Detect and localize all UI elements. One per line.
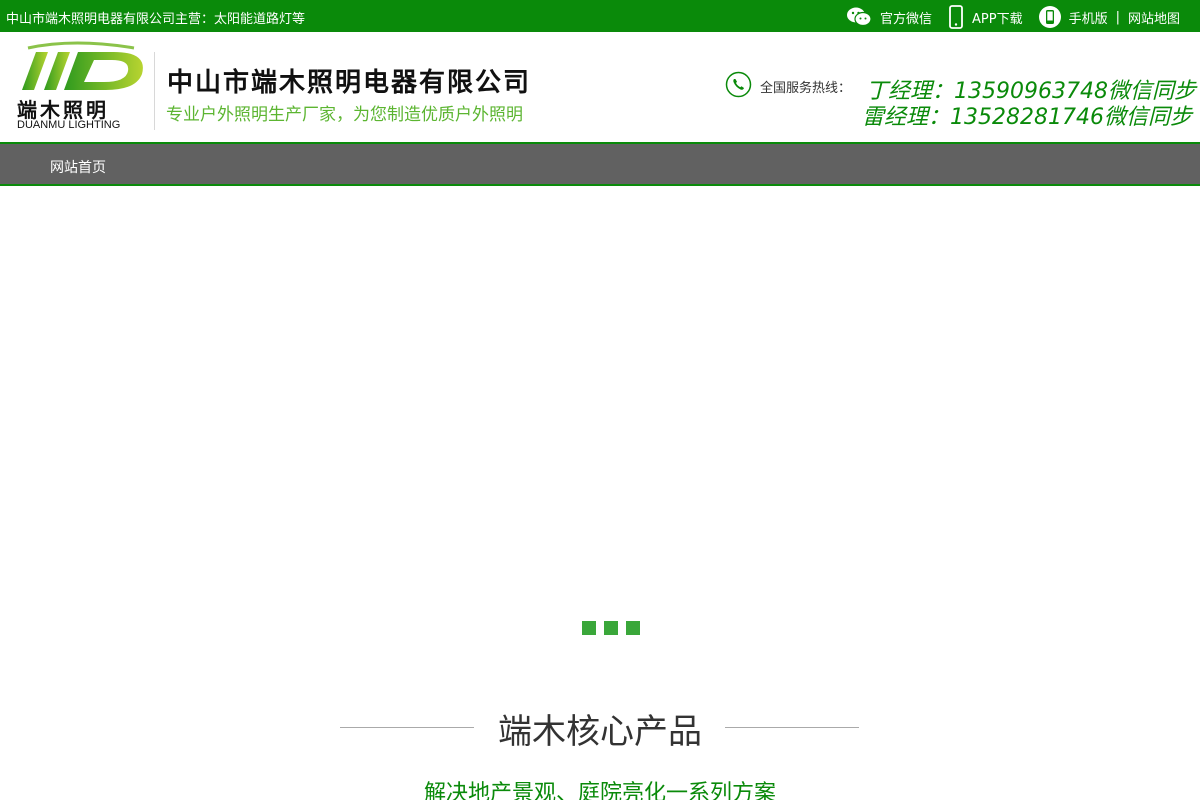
top-links: 官方微信 APP下载 手机版 | 网站地图: [830, 5, 1180, 29]
mobile-site-label: 手机版: [1068, 11, 1108, 27]
hotline-label: 全国服务热线：: [760, 81, 852, 96]
company-logo[interactable]: 端木照明 DUANMU LIGHTING: [14, 40, 154, 134]
header-divider: [154, 52, 155, 130]
nav-item-home[interactable]: 网站首页: [50, 157, 106, 177]
carousel-dots: [582, 621, 648, 635]
site-header: 端木照明 DUANMU LIGHTING 中山市端木照明电器有限公司 专业户外照…: [0, 32, 1200, 142]
company-tagline: 专业户外照明生产厂家，为您制造优质户外照明: [166, 105, 523, 125]
top-separator: |: [1115, 9, 1120, 25]
sitemap-link[interactable]: 网站地图: [1128, 8, 1180, 27]
mobile-site-link[interactable]: 手机版: [1038, 6, 1108, 28]
wechat-label: 官方微信: [879, 11, 932, 27]
logo-mark-icon: [22, 41, 143, 90]
section-title: 端木核心产品: [498, 712, 702, 752]
app-download-label: APP下载: [972, 11, 1023, 27]
main-nav: 网站首页: [0, 142, 1200, 186]
mobile-icon: [1038, 6, 1061, 28]
hotline-phone-icon: [725, 71, 752, 98]
wechat-icon: [846, 7, 872, 27]
top-slogan: 中山市端木照明电器有限公司主营：太阳能道路灯等: [6, 12, 306, 27]
carousel-dot-2[interactable]: [604, 621, 618, 635]
section-subtitle: 解决地产景观、庭院亮化一系列方案: [423, 781, 776, 800]
top-bar: 中山市端木照明电器有限公司主营：太阳能道路灯等 官方微信 APP下载 手机版 |…: [0, 0, 1200, 32]
wechat-link[interactable]: 官方微信: [846, 6, 932, 28]
logo-text-en: DUANMU LIGHTING: [17, 119, 121, 131]
carousel-dot-1[interactable]: [582, 621, 596, 635]
app-download-link[interactable]: APP下载: [948, 5, 1023, 29]
company-name: 中山市端木照明电器有限公司: [167, 68, 532, 98]
phone-app-icon: [949, 5, 963, 29]
hotline-number-2: 雷经理：13528281746微信同步: [862, 105, 1192, 130]
carousel-dot-3[interactable]: [626, 621, 640, 635]
banner-carousel: [0, 186, 1200, 656]
